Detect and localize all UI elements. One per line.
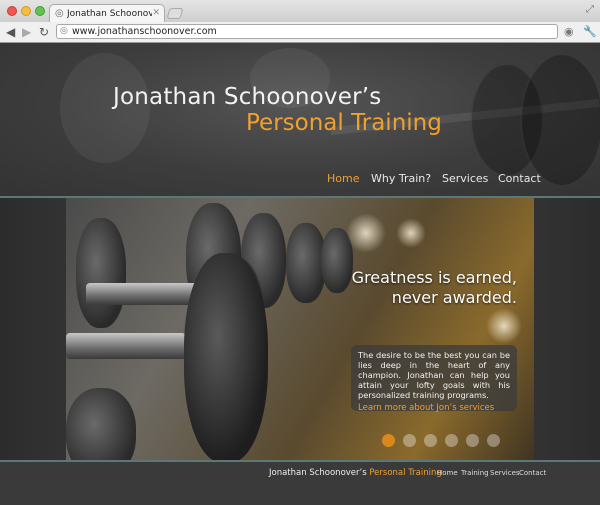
dumbbell-image xyxy=(76,218,126,328)
header-photo-plate xyxy=(520,53,600,187)
site-title[interactable]: Jonathan Schoonover’s xyxy=(113,84,381,110)
dumbbell-image xyxy=(66,388,136,460)
slide-dot-4[interactable] xyxy=(445,434,458,447)
bokeh-light xyxy=(396,218,426,248)
footer-link-training[interactable]: Training xyxy=(461,469,489,477)
fullscreen-icon[interactable]: ⤢ xyxy=(586,5,594,15)
footer-brand-name: Jonathan Schoonover’s xyxy=(269,468,367,478)
slide-dot-6[interactable] xyxy=(487,434,500,447)
site-footer: Jonathan Schoonover’s Personal Training … xyxy=(0,462,600,505)
learn-more-link[interactable]: Learn more about Jon’s services xyxy=(358,403,510,413)
page-icon: ◎ xyxy=(60,26,68,36)
hero-section: Greatness is earned, never awarded. The … xyxy=(0,198,600,460)
dumbbell-image xyxy=(184,253,268,460)
zoom-window-button[interactable] xyxy=(35,6,45,16)
new-tab-button[interactable] xyxy=(166,8,184,19)
bokeh-light xyxy=(486,308,522,344)
close-tab-icon[interactable]: ✕ xyxy=(152,8,160,19)
address-bar[interactable]: ◎ www.jonathanschoonover.com xyxy=(56,24,558,39)
footer-brand: Jonathan Schoonover’s Personal Training xyxy=(269,468,442,478)
close-window-button[interactable] xyxy=(7,6,17,16)
url-text[interactable]: www.jonathanschoonover.com xyxy=(72,26,217,37)
reload-button[interactable]: ↻ xyxy=(39,25,49,39)
hero-headline: Greatness is earned, never awarded. xyxy=(352,268,517,308)
slide-dot-1[interactable] xyxy=(382,434,395,447)
browser-toolbar: ◀ ▶ ↻ ◎ www.jonathanschoonover.com ◉ 🔧 xyxy=(0,22,600,43)
site-subtitle[interactable]: Personal Training xyxy=(246,110,442,136)
nav-why-train[interactable]: Why Train? xyxy=(371,172,431,185)
nav-contact[interactable]: Contact xyxy=(498,172,541,185)
hero-slide: Greatness is earned, never awarded. The … xyxy=(66,198,534,460)
hero-body-text: The desire to be the best you can be lie… xyxy=(358,350,510,400)
slide-dot-5[interactable] xyxy=(466,434,479,447)
window-titlebar: ◎ Jonathan Schoonover Perso ✕ ⤢ xyxy=(0,0,600,23)
footer-link-contact[interactable]: Contact xyxy=(519,469,546,477)
back-button[interactable]: ◀ xyxy=(6,25,15,39)
extension-icon[interactable]: ◉ xyxy=(564,25,574,38)
hero-headline-line1: Greatness is earned, xyxy=(351,268,517,287)
dumbbell-handle xyxy=(66,333,186,359)
minimize-window-button[interactable] xyxy=(21,6,31,16)
dumbbell-image xyxy=(286,223,326,303)
nav-services[interactable]: Services xyxy=(442,172,488,185)
footer-brand-tagline: Personal Training xyxy=(369,468,442,478)
forward-button[interactable]: ▶ xyxy=(22,25,31,39)
browser-tab[interactable]: ◎ Jonathan Schoonover Perso ✕ xyxy=(49,4,165,23)
hero-callout: The desire to be the best you can be lie… xyxy=(351,345,517,413)
globe-icon: ◎ xyxy=(55,8,64,19)
slide-dot-2[interactable] xyxy=(403,434,416,447)
nav-home[interactable]: Home xyxy=(327,172,359,185)
slide-dot-3[interactable] xyxy=(424,434,437,447)
footer-link-home[interactable]: Home xyxy=(437,469,458,477)
hero-headline-line2: never awarded. xyxy=(391,288,517,307)
wrench-icon[interactable]: 🔧 xyxy=(583,25,597,38)
main-nav: Home Why Train? Services Contact xyxy=(0,172,600,188)
tab-title: Jonathan Schoonover Perso xyxy=(67,9,152,19)
footer-link-services[interactable]: Services xyxy=(490,469,520,477)
site-header: Jonathan Schoonover’s Personal Training … xyxy=(0,43,600,196)
bokeh-light xyxy=(346,213,386,253)
